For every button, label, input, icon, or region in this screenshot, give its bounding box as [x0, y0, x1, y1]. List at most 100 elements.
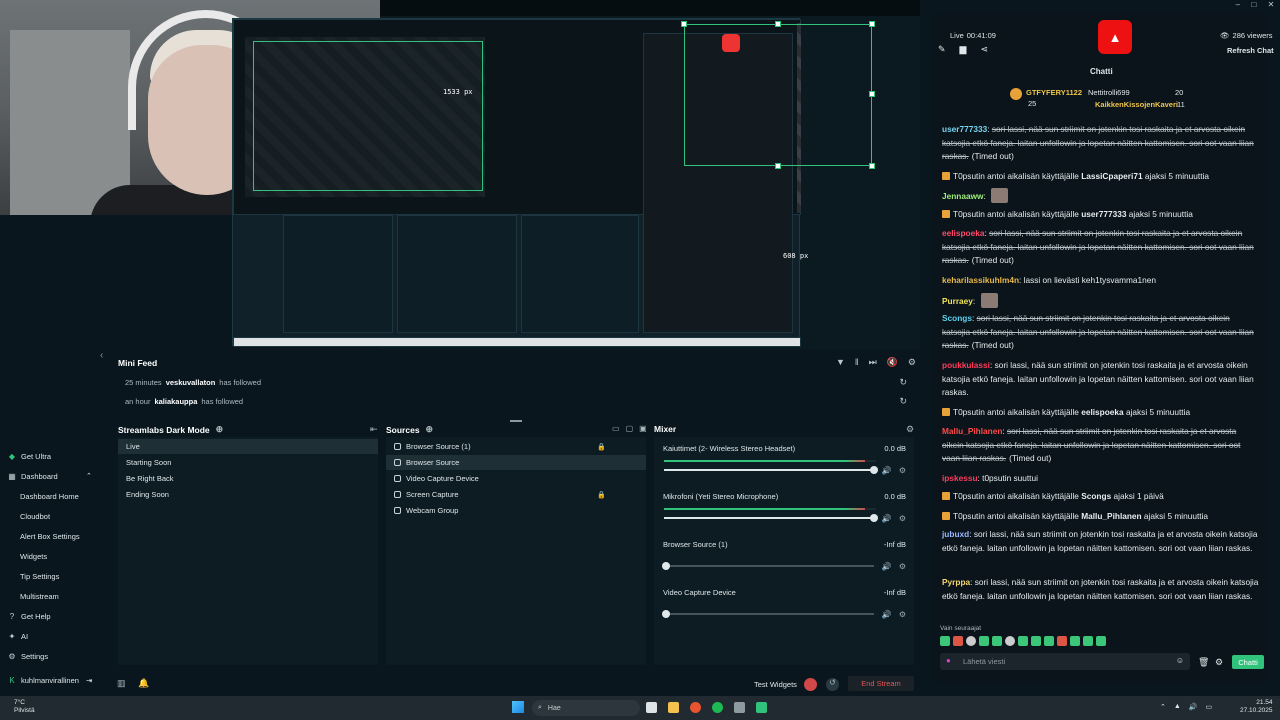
- filter-icon[interactable]: ▼: [836, 357, 845, 368]
- nav-sub-dashboard-home[interactable]: Dashboard Home: [20, 492, 79, 501]
- folder-icon[interactable]: ▢: [626, 424, 634, 433]
- chat-username[interactable]: poukkulassi: [942, 360, 990, 370]
- feed-user[interactable]: veskuvallaton: [166, 378, 216, 387]
- battery-icon[interactable]: ▭: [1206, 703, 1213, 711]
- emote-icon[interactable]: [1070, 636, 1080, 646]
- gear-icon[interactable]: ⚙: [899, 610, 906, 619]
- timed-out-user[interactable]: Scongs: [1081, 491, 1111, 501]
- streamlabs-icon[interactable]: [756, 702, 767, 713]
- pencil-icon[interactable]: ✎: [938, 44, 946, 55]
- replay-icon[interactable]: ↻: [899, 396, 907, 407]
- folder-add-icon[interactable]: ▣: [639, 424, 647, 433]
- nav-sub-multistream[interactable]: Multistream: [20, 592, 59, 601]
- test-widgets-button[interactable]: Test Widgets: [754, 680, 797, 689]
- pause-icon[interactable]: ‖: [855, 357, 859, 368]
- emote-icon[interactable]: [1018, 636, 1028, 646]
- nav-get-ultra[interactable]: ◆ Get Ultra: [8, 449, 51, 463]
- network-icon[interactable]: ▲: [1174, 703, 1181, 711]
- drag-handle[interactable]: [510, 420, 522, 422]
- trash-icon[interactable]: 🗑: [1198, 657, 1209, 668]
- spotify-icon[interactable]: [712, 702, 723, 713]
- scene-item[interactable]: Starting Soon: [118, 455, 378, 470]
- selection-box[interactable]: [681, 21, 875, 169]
- gear-icon[interactable]: ⚙: [899, 466, 906, 475]
- clock[interactable]: 21.54 27.10.2025: [1240, 699, 1273, 715]
- nav-dashboard[interactable]: ▦ Dashboard ⌃: [8, 469, 92, 483]
- chat-username[interactable]: jubuxd: [942, 529, 969, 539]
- chat-username[interactable]: ipskessu: [942, 473, 978, 483]
- task-view-icon[interactable]: [646, 702, 657, 713]
- emote-icon[interactable]: [1096, 636, 1106, 646]
- speaker-icon[interactable]: 🔊: [882, 610, 892, 619]
- speaker-icon[interactable]: 🔊: [882, 466, 892, 475]
- source-item[interactable]: Browser Source (1) 🔒: [386, 439, 646, 454]
- settings-icon[interactable]: ⚙: [908, 357, 916, 368]
- gear-icon[interactable]: ⚙: [899, 514, 906, 523]
- speaker-icon[interactable]: 🔊: [882, 562, 892, 571]
- nav-sub-alert-box[interactable]: Alert Box Settings: [20, 532, 80, 541]
- folder-icon[interactable]: ▆: [960, 44, 967, 55]
- emote-icon[interactable]: [1044, 636, 1054, 646]
- chat-username[interactable]: Pyrppa: [942, 577, 970, 587]
- nav-sub-widgets[interactable]: Widgets: [20, 552, 47, 561]
- stats-icon[interactable]: ▥: [117, 678, 126, 689]
- weather-widget[interactable]: 7°C Pilvistä: [14, 699, 35, 715]
- replay-buffer-icon[interactable]: ↺: [826, 678, 839, 691]
- scene-item-live[interactable]: Live: [118, 439, 378, 454]
- chat-username[interactable]: Jennaaww: [942, 191, 984, 201]
- nav-user[interactable]: Kkuhlmanvirallinen ⇥: [8, 673, 92, 687]
- nav-sub-tip-settings[interactable]: Tip Settings: [20, 572, 59, 581]
- emote-icon[interactable]: [1083, 636, 1093, 646]
- emote-icon[interactable]: [966, 636, 976, 646]
- mute-icon[interactable]: 🔇: [887, 357, 898, 368]
- add-source-button[interactable]: ⊕: [426, 424, 434, 435]
- windows-start-icon[interactable]: [512, 701, 524, 713]
- app-icon[interactable]: [734, 702, 745, 713]
- emoji-icon[interactable]: ☺: [1176, 656, 1184, 665]
- nav-settings[interactable]: ⚙ Settings: [8, 649, 48, 663]
- volume-slider[interactable]: [664, 514, 878, 522]
- chat-username[interactable]: Scongs: [942, 313, 972, 323]
- maximize-button[interactable]: □: [1251, 0, 1256, 12]
- logout-icon[interactable]: ⇥: [86, 676, 92, 685]
- timed-out-user[interactable]: eelispoeka: [1081, 407, 1123, 417]
- chevron-up-icon[interactable]: ⌃: [86, 472, 92, 480]
- chat-username[interactable]: eelispoeka: [942, 228, 984, 238]
- chat-settings-icon[interactable]: ⚙: [1215, 657, 1223, 668]
- volume-icon[interactable]: 🔊: [1189, 703, 1198, 711]
- chat-username[interactable]: keharilassikuhlm4n: [942, 275, 1019, 285]
- chat-input[interactable]: ● Lähetä viesti ☺: [940, 653, 1190, 670]
- emote-bar[interactable]: [940, 636, 1106, 646]
- lock-icon[interactable]: 🔒: [597, 443, 606, 451]
- nav-sub-cloudbot[interactable]: Cloudbot: [20, 512, 50, 521]
- chat-username[interactable]: Mallu_Pihlanen: [942, 426, 1002, 436]
- replay-icon[interactable]: ↻: [899, 377, 907, 388]
- emote-icon[interactable]: [940, 636, 950, 646]
- timed-out-user[interactable]: LassiCpaperi71: [1081, 171, 1142, 181]
- share-icon[interactable]: ⋖: [980, 44, 988, 55]
- volume-slider[interactable]: [662, 562, 874, 570]
- gear-icon[interactable]: ⚙: [899, 562, 906, 571]
- chevron-up-icon[interactable]: ⌃: [1160, 703, 1166, 711]
- emote-icon[interactable]: [979, 636, 989, 646]
- nav-ai[interactable]: ✦ AI: [8, 629, 28, 643]
- emote-icon[interactable]: [1031, 636, 1041, 646]
- source-item[interactable]: Webcam Group: [386, 503, 646, 518]
- emote-icon[interactable]: [992, 636, 1002, 646]
- emote-icon[interactable]: [1057, 636, 1067, 646]
- lock-icon[interactable]: 🔒: [597, 491, 606, 499]
- scene-item[interactable]: Ending Soon: [118, 487, 378, 502]
- minimize-button[interactable]: –: [1236, 0, 1240, 12]
- refresh-chat-button[interactable]: Refresh Chat: [1227, 46, 1274, 55]
- source-item[interactable]: Video Capture Device: [386, 471, 646, 486]
- send-chat-button[interactable]: Chatti: [1232, 655, 1264, 669]
- bell-icon[interactable]: 🔔: [138, 678, 149, 689]
- emote-icon[interactable]: [1005, 636, 1015, 646]
- end-stream-button[interactable]: End Stream: [848, 676, 914, 691]
- emote-icon[interactable]: [953, 636, 963, 646]
- timed-out-user[interactable]: user777333: [1081, 209, 1126, 219]
- volume-slider[interactable]: [664, 466, 878, 474]
- add-scene-button[interactable]: ⊕: [216, 424, 224, 435]
- source-item[interactable]: Browser Source: [386, 455, 646, 470]
- chat-username[interactable]: user777333: [942, 124, 987, 134]
